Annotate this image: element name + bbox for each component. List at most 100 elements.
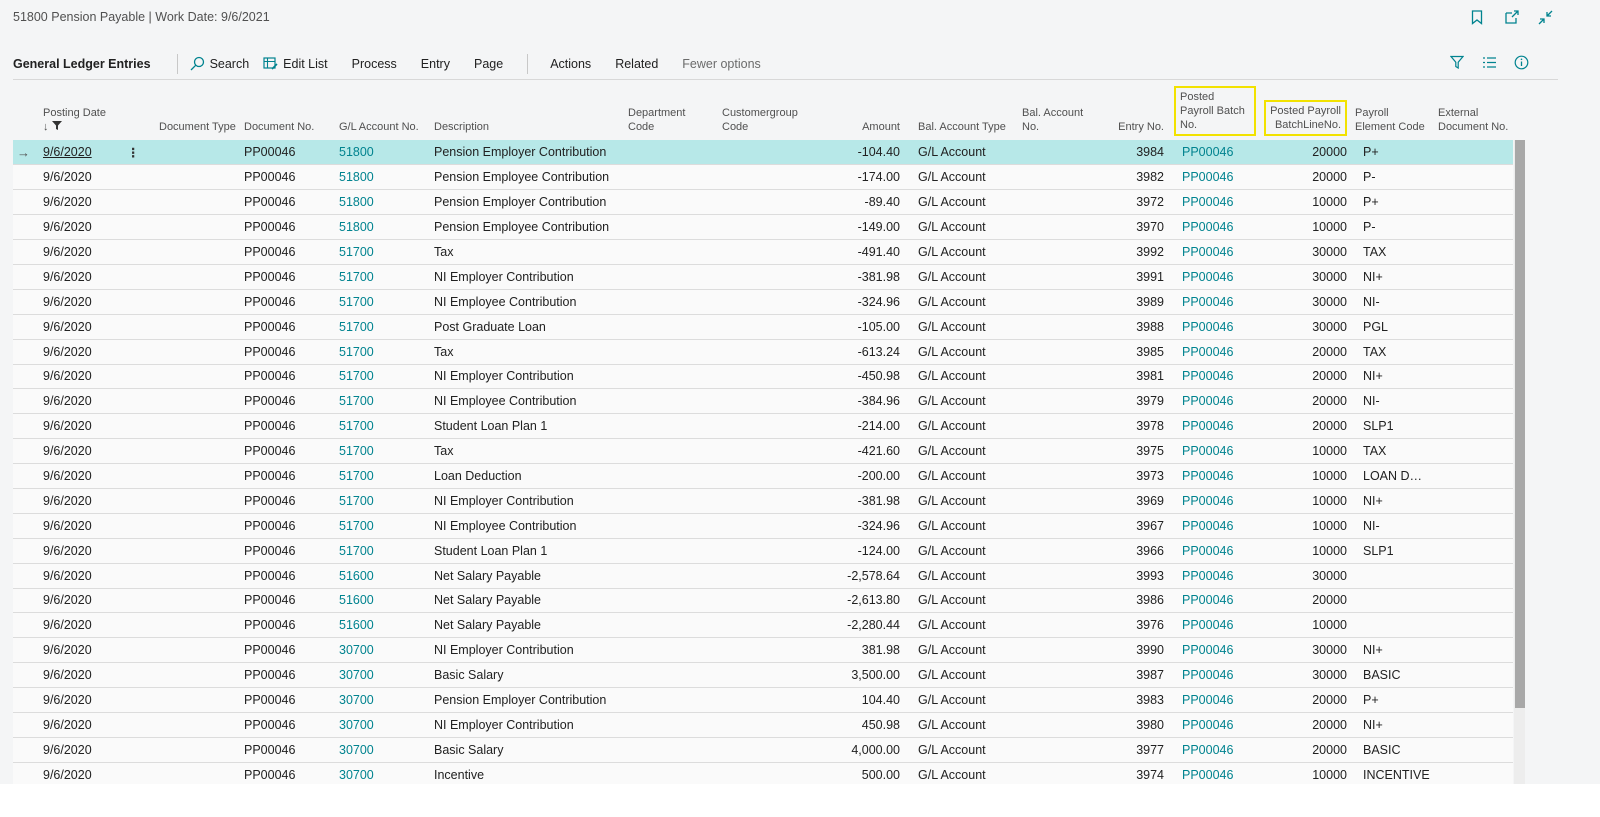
posted-payroll-batch-no-cell[interactable]: PP00046 (1168, 538, 1260, 564)
table-row[interactable]: 9/6/2020 PP00046 30700 Pension Employer Con… (13, 687, 1513, 713)
table-row[interactable]: 9/6/2020 PP00046 30700 Basic Salary 4,000.00… (13, 737, 1513, 763)
gl-account-no-cell[interactable]: 51700 (335, 339, 430, 365)
gl-account-no-cell[interactable]: 30700 (335, 762, 430, 784)
col-customergroup-code[interactable]: Customergroup Code (718, 86, 824, 140)
table-row[interactable]: 9/6/2020 PP00046 51800 Pension Employee Con… (13, 214, 1513, 241)
entry-menu[interactable]: Entry (421, 57, 450, 71)
table-row[interactable]: 9/6/2020 PP00046 51700 NI Employee Contribu… (13, 388, 1513, 415)
posted-payroll-batch-no-cell[interactable]: PP00046 (1168, 339, 1260, 365)
gl-account-no-cell[interactable]: 30700 (335, 737, 430, 763)
gl-account-no-cell[interactable]: 51800 (335, 189, 430, 216)
info-icon[interactable] (1512, 53, 1530, 71)
table-row[interactable]: 9/6/2020 PP00046 51700 Student Loan Plan 1-… (13, 413, 1513, 440)
table-row[interactable]: 9/6/2020 PP00046 51700 NI Employee Contribu… (13, 513, 1513, 539)
gl-account-no-cell[interactable]: 51700 (335, 413, 430, 440)
posted-payroll-batch-no-cell[interactable]: PP00046 (1168, 164, 1260, 191)
posted-payroll-batch-no-cell[interactable]: PP00046 (1168, 264, 1260, 290)
gl-account-no-cell[interactable]: 30700 (335, 687, 430, 713)
gl-account-no-cell[interactable]: 30700 (335, 662, 430, 689)
col-document-type[interactable]: Document Type (155, 86, 240, 140)
process-menu[interactable]: Process (352, 57, 397, 71)
gl-account-no-cell[interactable]: 51800 (335, 214, 430, 241)
table-row[interactable]: 9/6/2020 PP00046 30700 Incentive 500.00 G/L A… (13, 762, 1513, 784)
table-row[interactable]: 9/6/2020 PP00046 51700 Loan Deduction -200.0… (13, 463, 1513, 489)
table-row[interactable]: 9/6/2020 PP00046 51700 NI Employer Contribu… (13, 264, 1513, 290)
table-row[interactable]: 9/6/2020 PP00046 30700 NI Employer Contribu… (13, 712, 1513, 738)
posted-payroll-batch-no-cell[interactable]: PP00046 (1168, 612, 1260, 639)
collapse-icon[interactable] (1536, 8, 1554, 26)
scrollbar-thumb[interactable] (1515, 140, 1525, 708)
col-amount[interactable]: Amount (824, 86, 904, 140)
posted-payroll-batch-no-cell[interactable]: PP00046 (1168, 513, 1260, 539)
posted-payroll-batch-no-cell[interactable]: PP00046 (1168, 438, 1260, 465)
posted-payroll-batch-no-cell[interactable]: PP00046 (1168, 588, 1260, 614)
posted-payroll-batch-no-cell[interactable]: PP00046 (1168, 314, 1260, 340)
gl-account-no-cell[interactable]: 51700 (335, 463, 430, 489)
posted-payroll-batch-no-cell[interactable]: PP00046 (1168, 289, 1260, 315)
posted-payroll-batch-no-cell[interactable]: PP00046 (1168, 662, 1260, 689)
gl-account-no-cell[interactable]: 51700 (335, 438, 430, 465)
posted-payroll-batch-no-cell[interactable]: PP00046 (1168, 214, 1260, 241)
edit-list-button[interactable]: Edit List (263, 56, 328, 71)
gl-account-no-cell[interactable]: 51700 (335, 239, 430, 265)
gl-account-no-cell[interactable]: 51600 (335, 563, 430, 589)
table-row[interactable]: → 9/6/2020 ⋮ PP00046 51800 Pension Employer C… (13, 140, 1513, 166)
col-external-document-no[interactable]: External Document No. (1434, 86, 1513, 140)
gl-account-no-cell[interactable]: 51700 (335, 264, 430, 290)
col-department-code[interactable]: Department Code (624, 86, 718, 140)
open-new-window-icon[interactable] (1502, 8, 1520, 26)
list-icon[interactable] (1480, 53, 1498, 71)
col-entry-no[interactable]: Entry No. (1102, 86, 1168, 140)
col-gl-account-no[interactable]: G/L Account No. (335, 86, 430, 140)
table-row[interactable]: 9/6/2020 PP00046 51800 Pension Employee Con… (13, 164, 1513, 191)
posted-payroll-batch-no-cell[interactable]: PP00046 (1168, 563, 1260, 589)
table-row[interactable]: 9/6/2020 PP00046 51800 Pension Employer Con… (13, 189, 1513, 216)
table-row[interactable]: 9/6/2020 PP00046 51700 Student Loan Plan 1-… (13, 538, 1513, 564)
gl-account-no-cell[interactable]: 51700 (335, 388, 430, 415)
table-row[interactable]: 9/6/2020 PP00046 51600 Net Salary Payable -2… (13, 563, 1513, 589)
col-posted-payroll-batch-no[interactable]: Posted Payroll Batch No. (1168, 86, 1260, 140)
actions-menu[interactable]: Actions (550, 57, 591, 71)
gl-account-no-cell[interactable]: 51700 (335, 513, 430, 539)
fewer-options-button[interactable]: Fewer options (682, 57, 761, 71)
table-row[interactable]: 9/6/2020 PP00046 51700 Tax -421.60 G/L Accoun… (13, 438, 1513, 465)
gl-account-no-cell[interactable]: 30700 (335, 712, 430, 738)
gl-account-no-cell[interactable]: 51700 (335, 364, 430, 390)
posted-payroll-batch-no-cell[interactable]: PP00046 (1168, 762, 1260, 784)
table-row[interactable]: 9/6/2020 PP00046 51700 NI Employer Contribu… (13, 364, 1513, 390)
col-bal-account-no[interactable]: Bal. Account No. (1018, 86, 1102, 140)
gl-account-no-cell[interactable]: 51600 (335, 588, 430, 614)
col-posting-date[interactable]: Posting Date ↓ (39, 86, 123, 140)
col-posted-payroll-batchline-no[interactable]: Posted Payroll BatchLineNo. (1260, 86, 1351, 140)
gl-account-no-cell[interactable]: 30700 (335, 637, 430, 664)
related-menu[interactable]: Related (615, 57, 658, 71)
gl-account-no-cell[interactable]: 51700 (335, 314, 430, 340)
posted-payroll-batch-no-cell[interactable]: PP00046 (1168, 388, 1260, 415)
gl-account-no-cell[interactable]: 51800 (335, 140, 430, 166)
posted-payroll-batch-no-cell[interactable]: PP00046 (1168, 712, 1260, 738)
table-row[interactable]: 9/6/2020 PP00046 51600 Net Salary Payable -2… (13, 612, 1513, 639)
table-row[interactable]: 9/6/2020 PP00046 51700 Tax -613.24 G/L Accoun… (13, 339, 1513, 365)
table-row[interactable]: 9/6/2020 PP00046 51700 NI Employer Contribu… (13, 488, 1513, 514)
table-row[interactable]: 9/6/2020 PP00046 51700 Tax -491.40 G/L Accoun… (13, 239, 1513, 265)
gl-account-no-cell[interactable]: 51700 (335, 488, 430, 514)
col-document-no[interactable]: Document No. (240, 86, 335, 140)
col-description[interactable]: Description (430, 86, 624, 140)
table-row[interactable]: 9/6/2020 PP00046 30700 NI Employer Contribu… (13, 637, 1513, 664)
posted-payroll-batch-no-cell[interactable]: PP00046 (1168, 140, 1260, 166)
search-button[interactable]: Search (190, 56, 249, 71)
posted-payroll-batch-no-cell[interactable]: PP00046 (1168, 488, 1260, 514)
filter-icon[interactable] (1448, 53, 1466, 71)
bookmark-icon[interactable] (1468, 8, 1486, 26)
table-row[interactable]: 9/6/2020 PP00046 30700 Basic Salary 3,500.00… (13, 662, 1513, 689)
posted-payroll-batch-no-cell[interactable]: PP00046 (1168, 637, 1260, 664)
posted-payroll-batch-no-cell[interactable]: PP00046 (1168, 189, 1260, 216)
page-menu[interactable]: Page (474, 57, 503, 71)
posted-payroll-batch-no-cell[interactable]: PP00046 (1168, 687, 1260, 713)
col-payroll-element-code[interactable]: Payroll Element Code (1351, 86, 1434, 140)
gl-account-no-cell[interactable]: 51600 (335, 612, 430, 639)
table-row[interactable]: 9/6/2020 PP00046 51600 Net Salary Payable -2… (13, 588, 1513, 614)
posted-payroll-batch-no-cell[interactable]: PP00046 (1168, 463, 1260, 489)
posted-payroll-batch-no-cell[interactable]: PP00046 (1168, 239, 1260, 265)
table-row[interactable]: 9/6/2020 PP00046 51700 NI Employee Contribu… (13, 289, 1513, 315)
